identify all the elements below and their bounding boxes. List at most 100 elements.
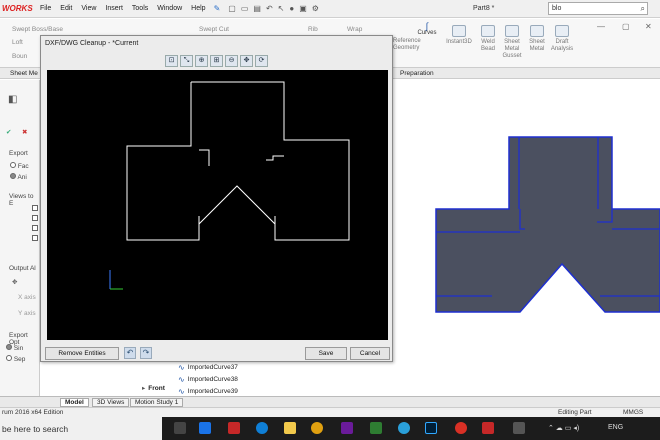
ribbon-rib[interactable]: Rib <box>308 26 318 33</box>
tree-item-curve38[interactable]: ∿ ImportedCurve38 <box>178 375 238 384</box>
language-indicator[interactable]: ENG <box>608 424 623 431</box>
tree-item-front[interactable]: ▸ Front <box>142 384 165 393</box>
dxf-cleanup-dialog: DXF/DWG Cleanup - *Current ⊡ ⤡ ⊕ ⊞ ⊖ ✥ ⟳… <box>40 35 393 362</box>
cancel-icon[interactable]: ✖ <box>22 128 27 136</box>
view-checkbox-4[interactable] <box>32 235 38 243</box>
ribbon-weld-bead[interactable]: Weld Bead <box>477 25 499 53</box>
menu-edit[interactable]: Edit <box>60 5 72 12</box>
ribbon-boundary[interactable]: Boun <box>12 53 27 60</box>
remove-entities-button[interactable]: Remove Entities <box>45 347 119 360</box>
ribbon-sheet-metal[interactable]: Sheet Metal <box>526 25 548 53</box>
ribbon-swept-boss[interactable]: Swept Boss/Base <box>12 26 63 33</box>
tab-motion-study[interactable]: Motion Study 1 <box>130 398 184 407</box>
ribbon-wrap[interactable]: Wrap <box>347 26 362 33</box>
property-icon[interactable]: ◧ <box>8 94 17 105</box>
instant3d-icon <box>452 25 466 37</box>
chrome-icon[interactable] <box>311 422 323 434</box>
media-player-icon[interactable] <box>341 422 353 434</box>
options-icon[interactable]: ⚙ <box>312 4 319 13</box>
refresh-icon[interactable]: ⟳ <box>255 55 268 67</box>
cancel-button[interactable]: Cancel <box>350 347 390 360</box>
app-icon[interactable] <box>370 422 382 434</box>
zoom-box-icon[interactable]: ⊞ <box>210 55 223 67</box>
x-axis-label: X axis <box>18 294 36 301</box>
menu-tools[interactable]: Tools <box>132 5 148 12</box>
menu-view[interactable]: View <box>81 5 96 12</box>
y-axis-label: Y axis <box>18 310 36 317</box>
new-icon[interactable]: ▢ <box>228 4 236 13</box>
search-input[interactable]: blo ⌕ <box>548 2 648 15</box>
file-explorer-icon[interactable] <box>284 422 296 434</box>
curves-icon: ∫ <box>425 21 429 31</box>
radio-separate[interactable]: Sep <box>6 355 25 363</box>
undo-icon[interactable]: ↶ <box>124 347 136 359</box>
ok-icon[interactable]: ✔ <box>6 128 11 136</box>
pin-icon[interactable]: ✎ <box>214 4 221 13</box>
ribbon-instant3d[interactable]: Instant3D <box>443 25 475 46</box>
ribbon-reference-geometry[interactable]: Reference Geometry <box>393 38 421 52</box>
radio-single[interactable]: Sin <box>6 344 23 352</box>
tab-model[interactable]: Model <box>60 398 89 407</box>
move-icon[interactable]: ✥ <box>12 278 17 286</box>
redo-icon[interactable]: ↷ <box>140 347 152 359</box>
radio-faces[interactable]: Fac <box>10 162 29 170</box>
word-icon[interactable] <box>199 422 211 434</box>
solidworks-2-icon[interactable] <box>482 422 494 434</box>
search-icon[interactable]: ⌕ <box>641 4 645 14</box>
telegram-icon[interactable] <box>398 422 410 434</box>
edition-text: rum 2016 x64 Edition <box>2 409 64 416</box>
rebuild-icon[interactable]: ● <box>289 4 294 13</box>
zoom-area-icon[interactable]: ⤡ <box>180 55 193 67</box>
app-2-icon[interactable] <box>513 422 525 434</box>
status-bar: rum 2016 x64 Edition Editing Part MMGS <box>0 407 660 417</box>
tree-item-curve39[interactable]: ∿ ImportedCurve39 <box>178 387 238 396</box>
browser-icon[interactable] <box>455 422 467 434</box>
open-icon[interactable]: ▭ <box>241 4 249 13</box>
ribbon-loft[interactable]: Loft <box>12 39 23 46</box>
document-title: Part8 * <box>473 5 495 12</box>
ribbon-swept-cut[interactable]: Swept Cut <box>199 26 229 33</box>
photoshop-icon[interactable] <box>425 422 437 434</box>
view-checkbox-3[interactable] <box>32 225 38 233</box>
menu-help[interactable]: Help <box>191 5 205 12</box>
zoom-to-fit-icon[interactable]: ⊡ <box>165 55 178 67</box>
gusset-icon <box>505 25 519 37</box>
graphics-area[interactable] <box>392 79 660 396</box>
close-icon[interactable]: ✕ <box>645 22 652 31</box>
sheet-metal-icon <box>530 25 544 37</box>
edge-icon[interactable] <box>256 422 268 434</box>
pan-icon[interactable]: ✥ <box>240 55 253 67</box>
ribbon-draft-analysis[interactable]: Draft Analysis <box>549 25 575 53</box>
ribbon-sheet-metal-gusset[interactable]: Sheet Metal Gusset <box>500 25 524 60</box>
restore-icon[interactable]: ▢ <box>622 22 630 31</box>
solidworks-icon[interactable] <box>228 422 240 434</box>
print-icon[interactable]: ▤ <box>253 4 261 13</box>
minimize-icon[interactable]: — <box>597 22 605 31</box>
undo-icon[interactable]: ↶ <box>266 4 273 13</box>
menu-insert[interactable]: Insert <box>105 5 123 12</box>
tab-3d-views[interactable]: 3D Views <box>92 398 130 407</box>
ribbon-curves[interactable]: ∫ Curves <box>415 21 439 37</box>
tree-item-curve37[interactable]: ∿ ImportedCurve37 <box>178 363 238 372</box>
select-icon[interactable]: ↖ <box>278 4 285 13</box>
curve-icon: ∿ <box>178 363 185 372</box>
taskbar-search[interactable]: be here to search <box>0 417 162 440</box>
menu-file[interactable]: File <box>40 5 51 12</box>
dialog-title: DXF/DWG Cleanup - *Current <box>45 40 139 47</box>
save-button[interactable]: Save <box>305 347 347 360</box>
draft-analysis-icon <box>555 25 569 37</box>
tab-sheet-metal[interactable]: Sheet Me <box>10 70 38 77</box>
view-checkbox-2[interactable] <box>32 215 38 223</box>
zoom-in-icon[interactable]: ⊕ <box>195 55 208 67</box>
task-view-icon[interactable] <box>174 422 186 434</box>
dxf-preview-canvas[interactable] <box>47 70 388 340</box>
tray-icons[interactable]: ⌃ ☁ ▭ ◂) <box>548 424 579 432</box>
tab-preparation[interactable]: Preparation <box>400 70 434 77</box>
menu-window[interactable]: Window <box>157 5 182 12</box>
zoom-out-icon[interactable]: ⊖ <box>225 55 238 67</box>
status-units[interactable]: MMGS <box>623 409 643 416</box>
save-icon[interactable]: ▣ <box>299 4 307 13</box>
view-checkbox-1[interactable] <box>32 205 38 213</box>
output-label: Output Al <box>9 265 36 272</box>
radio-annotations[interactable]: Ani <box>10 173 27 181</box>
